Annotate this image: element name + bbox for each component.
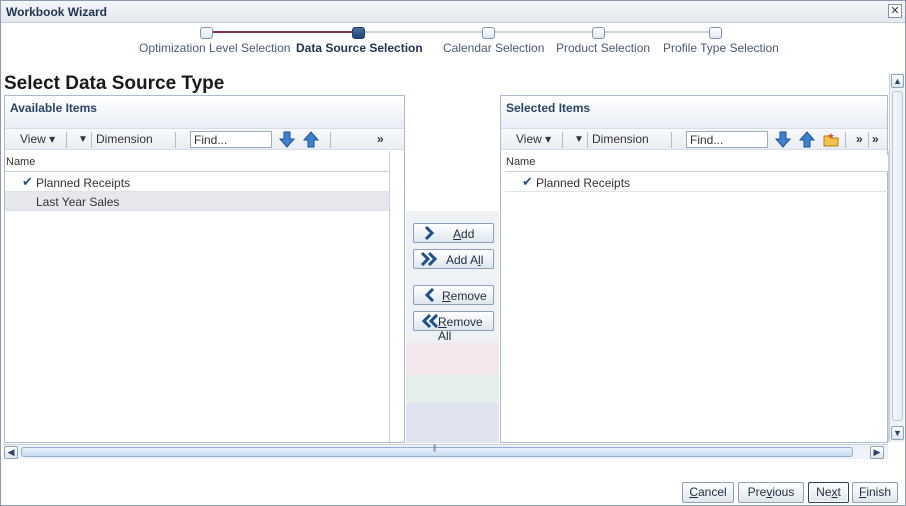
toolbar-separator	[562, 132, 563, 148]
add-all-button[interactable]: Add All	[413, 249, 494, 269]
step-marker-icon	[482, 27, 495, 39]
available-toolbar: View ▾ ▼ Dimension »	[5, 128, 404, 150]
view-menu-label: View	[516, 132, 542, 146]
dialog-title: Workbook Wizard	[6, 5, 108, 19]
horizontal-scrollbar[interactable]: ◀ ||| ▶	[3, 444, 888, 459]
move-down-arrow-icon[interactable]	[279, 131, 295, 148]
dimension-dropdown-icon[interactable]: ▼	[78, 134, 88, 145]
panel-title: Available Items	[10, 101, 97, 115]
toolbar-separator	[845, 132, 846, 148]
row-label: Last Year Sales	[36, 195, 120, 209]
view-menu[interactable]: View ▾	[516, 132, 551, 146]
previous-button[interactable]: Previous	[738, 482, 804, 503]
step-marker-icon	[709, 27, 722, 39]
chevron-left-icon	[424, 288, 435, 302]
scroll-up-icon[interactable]: ▲	[891, 74, 904, 88]
remove-all-button[interactable]: Remove All	[413, 311, 494, 343]
panel-header: Selected Items	[501, 96, 887, 128]
toolbar-separator	[868, 132, 869, 148]
dimension-dropdown-icon[interactable]: ▼	[574, 134, 584, 145]
scroll-left-icon[interactable]: ◀	[4, 446, 18, 459]
scroll-thumb[interactable]	[892, 91, 903, 421]
close-icon[interactable]: ✕	[888, 4, 902, 18]
available-items-panel: Available Items View ▾ ▼ Dimension » Nam…	[4, 95, 405, 443]
wizard-footer: Cancel Previous Next Finish	[1, 461, 905, 505]
vertical-scrollbar[interactable]: ▲ ▼	[889, 73, 904, 442]
scroll-thumb[interactable]	[21, 447, 853, 457]
folder-icon[interactable]	[823, 131, 839, 148]
toolbar-separator	[671, 132, 672, 148]
train-line-pending	[358, 31, 715, 33]
next-button[interactable]: Next	[808, 482, 849, 503]
step-marker-icon	[592, 27, 605, 39]
cancel-button[interactable]: Cancel	[682, 482, 734, 503]
toolbar-separator	[330, 132, 331, 148]
table-row[interactable]: ✔ Planned Receipts	[5, 173, 389, 192]
scroll-grip-icon: |||	[433, 445, 437, 452]
overflow-chevron-icon[interactable]: »	[872, 132, 879, 146]
move-up-arrow-icon[interactable]	[799, 131, 815, 148]
remove-button[interactable]: Remove	[413, 285, 494, 305]
check-icon: ✔	[22, 174, 33, 189]
double-chevron-right-icon	[420, 252, 438, 266]
title-bar: Workbook Wizard ✕	[1, 1, 905, 23]
step-marker-current-icon	[352, 27, 365, 39]
find-input[interactable]	[686, 131, 768, 148]
chevron-right-icon	[424, 226, 435, 240]
row-label: Planned Receipts	[536, 176, 631, 190]
scroll-down-icon[interactable]: ▼	[891, 426, 904, 440]
step-label: Data Source Selection	[296, 41, 423, 55]
step-label[interactable]: Calendar Selection	[443, 41, 544, 55]
find-input[interactable]	[190, 131, 272, 148]
finish-button[interactable]: Finish	[852, 482, 898, 503]
step-label[interactable]: Profile Type Selection	[663, 41, 779, 55]
toolbar-separator	[587, 132, 588, 148]
toolbar-separator	[66, 132, 67, 148]
column-header-name[interactable]: Name	[6, 156, 35, 168]
panel-title: Selected Items	[506, 101, 591, 115]
wizard-train: Optimization Level Selection Data Source…	[1, 23, 889, 65]
page-title: Select Data Source Type	[4, 73, 225, 94]
view-menu[interactable]: View ▾	[20, 132, 55, 146]
selected-table: Name ✔ Planned Receipts	[505, 151, 889, 442]
scroll-right-icon[interactable]: ▶	[870, 446, 884, 459]
step-marker-icon	[200, 27, 213, 39]
toolbar-separator	[175, 132, 176, 148]
panel-header: Available Items	[5, 96, 404, 128]
step-label[interactable]: Product Selection	[556, 41, 650, 55]
check-icon: ✔	[522, 174, 533, 189]
train-line-done	[206, 31, 358, 33]
column-header-name[interactable]: Name	[506, 156, 535, 168]
add-button[interactable]: Add	[413, 223, 494, 243]
overflow-chevron-icon[interactable]: »	[377, 132, 384, 146]
move-up-arrow-icon[interactable]	[303, 131, 319, 148]
toolbar-separator	[91, 132, 92, 148]
step-label[interactable]: Optimization Level Selection	[139, 41, 290, 55]
available-table: Name ✔ Planned Receipts Last Year Sales	[5, 151, 390, 442]
table-header: Name	[505, 155, 888, 172]
selected-toolbar: View ▾ ▼ Dimension » »	[501, 128, 887, 150]
dimension-label[interactable]: Dimension	[96, 132, 153, 146]
table-row[interactable]: ✔ Planned Receipts	[505, 173, 888, 192]
move-down-arrow-icon[interactable]	[775, 131, 791, 148]
table-row[interactable]: Last Year Sales	[5, 192, 389, 211]
table-header: Name	[5, 155, 389, 172]
overflow-chevron-icon[interactable]: »	[856, 132, 863, 146]
dimension-label[interactable]: Dimension	[592, 132, 649, 146]
selected-items-panel: Selected Items View ▾ ▼ Dimension » »	[500, 95, 889, 443]
view-menu-label: View	[20, 132, 46, 146]
workbook-wizard-dialog: Workbook Wizard ✕ Optimization Level Sel…	[0, 0, 906, 506]
row-label: Planned Receipts	[36, 176, 131, 190]
